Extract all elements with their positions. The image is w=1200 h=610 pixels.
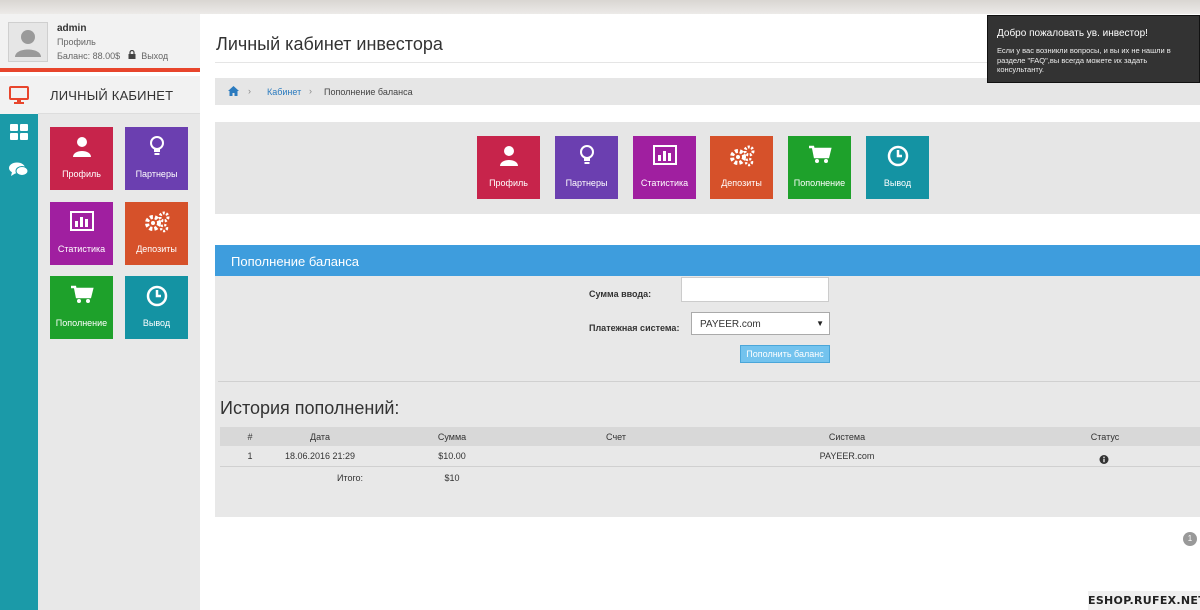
history-title: История пополнений: [220,398,400,418]
top-strip [0,0,1200,14]
user-name: admin [57,23,87,34]
tile-profile[interactable]: Профиль [477,136,540,199]
cell-system: PAYEER.com [819,451,875,461]
side-rail [0,76,38,610]
tile-label: Партнеры [135,169,178,179]
balance-line: Баланс: 88.00$ Выход [57,49,168,61]
logout-link[interactable]: Выход [141,51,168,61]
amount-label: Сумма ввода: [589,289,652,299]
table-total-row: Итого: $10 [220,468,1200,488]
tile-label: Статистика [640,178,689,188]
payment-system-select[interactable]: PAYEER.com ▼ [691,312,830,335]
user-icon [50,136,113,158]
tiles-panel: Профиль Партнеры Статистика Депозиты Поп… [215,122,1200,214]
col-header-account: Счет [606,432,626,442]
tile-label: Депозиты [721,178,762,188]
tile-withdraw[interactable]: Вывод [866,136,929,199]
watermark: ESHOP.RUFEX.NET [1088,591,1200,610]
gears-icon [710,145,773,167]
breadcrumb-link-cabinet[interactable]: Кабинет [267,87,301,97]
cell-amount: $10.00 [438,451,466,461]
sidebar-tile-deposits[interactable]: Депозиты [125,202,188,265]
profile-link[interactable]: Профиль [57,37,96,47]
lightbulb-icon [555,145,618,167]
home-icon[interactable] [228,86,239,98]
page-title: Личный кабинет инвестора [216,34,443,54]
notification-title: Добро пожаловать ув. инвестор! [997,28,1148,39]
total-value: $10 [444,473,460,483]
sidebar: ЛИЧНЫЙ КАБИНЕТ Профиль Партнеры Статисти… [38,76,200,610]
clock-icon [125,285,188,307]
lock-icon [128,49,136,61]
amount-input[interactable] [681,277,829,302]
cart-icon [788,145,851,165]
col-header-date: Дата [310,432,330,442]
tile-label: Вывод [883,178,912,188]
col-header-amount: Сумма [437,432,467,442]
tile-label: Профиль [62,169,101,179]
notification-text: Если у вас возникли вопросы, и вы их не … [997,46,1171,74]
tile-label: Депозиты [136,244,177,254]
section-divider [218,381,1200,382]
chevron-down-icon: ▼ [816,319,824,328]
cell-date: 18.06.2016 21:29 [284,451,356,461]
welcome-notification[interactable]: Добро пожаловать ув. инвестор! Если у ва… [987,15,1200,83]
cart-icon [50,285,113,305]
table-row: 1 18.06.2016 21:29 $10.00 PAYEER.com [220,446,1200,467]
avatar[interactable] [8,22,48,62]
breadcrumb-separator: › [309,86,312,96]
monitor-icon-box[interactable] [0,76,38,114]
tile-deposits[interactable]: Депозиты [710,136,773,199]
deposit-panel: Пополнение баланса Сумма ввода: Платежна… [215,245,1200,517]
tile-label: Профиль [489,178,528,188]
info-icon[interactable] [1099,451,1109,469]
sidebar-tile-profile[interactable]: Профиль [50,127,113,190]
tile-label: Партнеры [565,178,608,188]
balance-text: Баланс: 88.00$ [57,51,121,61]
tile-label: Статистика [57,244,106,254]
payment-system-label: Платежная система: [589,323,680,333]
sidebar-tile-statistics[interactable]: Статистика [50,202,113,265]
cell-num: 1 [247,451,253,461]
col-header-system: Система [828,432,866,442]
user-icon [477,145,540,167]
bar-chart-icon [50,211,113,231]
tile-label: Пополнение [55,318,108,328]
chat-icon[interactable] [9,160,29,180]
page-badge[interactable]: 1 [1183,532,1197,546]
lightbulb-icon [125,136,188,158]
panel-title: Пополнение баланса [231,254,359,269]
col-header-num: # [247,432,253,442]
gears-icon [125,211,188,233]
grid-icon[interactable] [9,122,29,142]
sidebar-tile-deposit[interactable]: Пополнение [50,276,113,339]
user-avatar-icon [15,30,41,57]
tile-statistics[interactable]: Статистика [633,136,696,199]
tile-label: Пополнение [793,178,846,188]
breadcrumb-current: Пополнение баланса [324,87,413,97]
col-header-status: Статус [1090,432,1120,442]
monitor-icon [9,86,29,104]
history-table-header: # Дата Сумма Счет Система Статус [220,427,1200,446]
sidebar-tile-partners[interactable]: Партнеры [125,127,188,190]
total-label: Итого: [336,473,364,483]
tile-partners[interactable]: Партнеры [555,136,618,199]
sidebar-title-bar: ЛИЧНЫЙ КАБИНЕТ [38,76,200,114]
breadcrumb-separator: › [248,86,251,96]
user-panel: admin Профиль Баланс: 88.00$ Выход [0,14,200,72]
submit-deposit-button[interactable]: Пополнить баланс [740,345,830,363]
tile-label: Вывод [142,318,171,328]
sidebar-tile-withdraw[interactable]: Вывод [125,276,188,339]
clock-icon [866,145,929,167]
sidebar-title: ЛИЧНЫЙ КАБИНЕТ [50,88,174,103]
panel-header: Пополнение баланса [215,245,1200,276]
payment-system-value: PAYEER.com [700,319,761,330]
tile-deposit[interactable]: Пополнение [788,136,851,199]
bar-chart-icon [633,145,696,165]
